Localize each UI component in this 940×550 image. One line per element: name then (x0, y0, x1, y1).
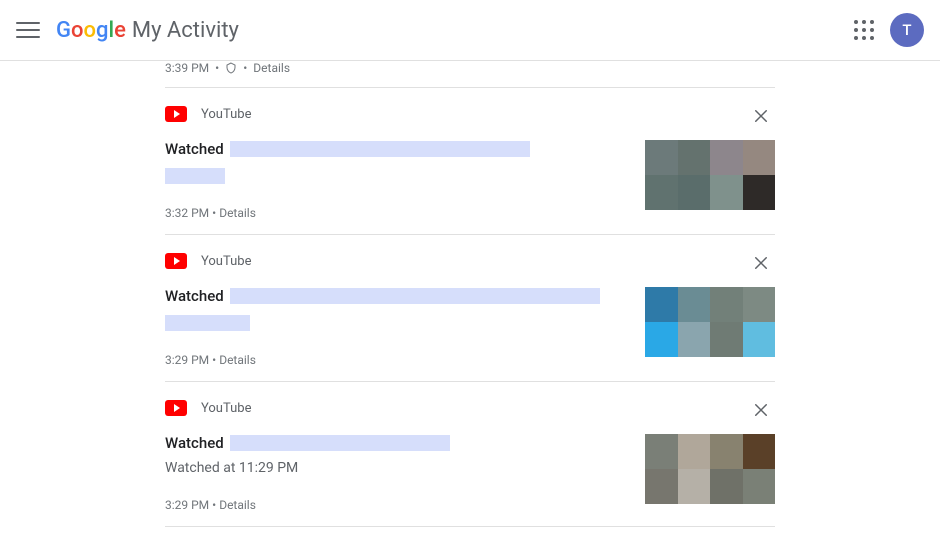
app-title: My Activity (132, 18, 239, 43)
avatar-initial: T (902, 21, 911, 39)
redacted-title[interactable] (230, 435, 450, 451)
delete-button[interactable] (747, 396, 775, 424)
activity-item: YouTube Watched Watched at 11:29 PM 3:29… (165, 382, 775, 526)
watched-label: Watched (165, 434, 224, 452)
service-name: YouTube (201, 254, 252, 269)
item-time: 3:29 PM (165, 353, 209, 367)
previous-item-time: 3:39 PM (165, 61, 209, 75)
divider (165, 526, 775, 527)
redacted-channel[interactable] (165, 168, 225, 184)
delete-button[interactable] (747, 102, 775, 130)
service-name: YouTube (201, 107, 252, 122)
account-avatar[interactable]: T (890, 13, 924, 47)
previous-item-meta: 3:39 PM • • Details (165, 61, 775, 87)
delete-button[interactable] (747, 249, 775, 277)
google-logo: Google (56, 18, 126, 43)
details-link[interactable]: Details (219, 498, 256, 512)
thumbnail[interactable] (645, 434, 775, 504)
watched-label: Watched (165, 140, 224, 158)
item-time: 3:32 PM (165, 206, 209, 220)
shield-icon (225, 62, 237, 74)
apps-icon[interactable] (854, 20, 874, 40)
details-link[interactable]: Details (219, 206, 256, 220)
activity-list: 3:39 PM • • Details YouTube Watched (165, 61, 775, 527)
logo[interactable]: Google My Activity (56, 18, 239, 43)
item-time: 3:29 PM (165, 498, 209, 512)
activity-item: YouTube Watched 3:29 PM • Details (165, 235, 775, 381)
thumbnail[interactable] (645, 140, 775, 210)
redacted-title[interactable] (230, 288, 600, 304)
details-link[interactable]: Details (219, 353, 256, 367)
app-header: Google My Activity T (0, 0, 940, 61)
activity-item: YouTube Watched 3:32 PM • Details (165, 88, 775, 234)
thumbnail[interactable] (645, 287, 775, 357)
redacted-title[interactable] (230, 141, 530, 157)
watched-at-text: Watched at 11:29 PM (165, 460, 625, 476)
youtube-icon (165, 106, 187, 122)
redacted-channel[interactable] (165, 315, 250, 331)
service-name: YouTube (201, 401, 252, 416)
details-link[interactable]: Details (253, 61, 290, 75)
watched-label: Watched (165, 287, 224, 305)
youtube-icon (165, 253, 187, 269)
menu-icon[interactable] (16, 18, 40, 42)
youtube-icon (165, 400, 187, 416)
